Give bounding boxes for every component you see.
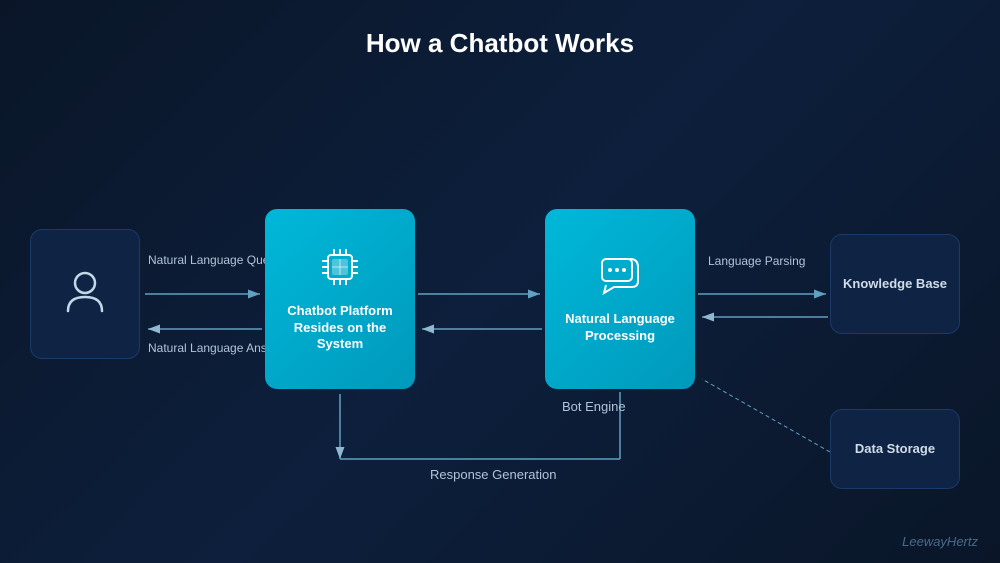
nlp-box: Natural Language Processing: [545, 209, 695, 389]
watermark: LeewayHertz: [902, 534, 978, 549]
language-parsing-label: Language Parsing: [708, 254, 805, 270]
user-icon: [60, 267, 110, 317]
chat-icon: [594, 249, 646, 301]
bot-engine-label: Bot Engine: [562, 399, 626, 416]
knowledge-base-box: Knowledge Base: [830, 234, 960, 334]
chatbot-platform-box: Chatbot Platform Resides on the System: [265, 209, 415, 389]
chatbot-platform-label: Chatbot Platform Resides on the System: [265, 299, 415, 358]
diagram: Natural Language Question Natural Langua…: [0, 79, 1000, 559]
nlp-label: Natural Language Processing: [545, 307, 695, 349]
page-title: How a Chatbot Works: [0, 0, 1000, 69]
chip-icon: [314, 241, 366, 293]
user-box: [30, 229, 140, 359]
data-storage-label: Data Storage: [847, 437, 943, 462]
knowledge-base-label: Knowledge Base: [835, 272, 955, 297]
data-storage-box: Data Storage: [830, 409, 960, 489]
response-generation-label: Response Generation: [430, 467, 556, 484]
